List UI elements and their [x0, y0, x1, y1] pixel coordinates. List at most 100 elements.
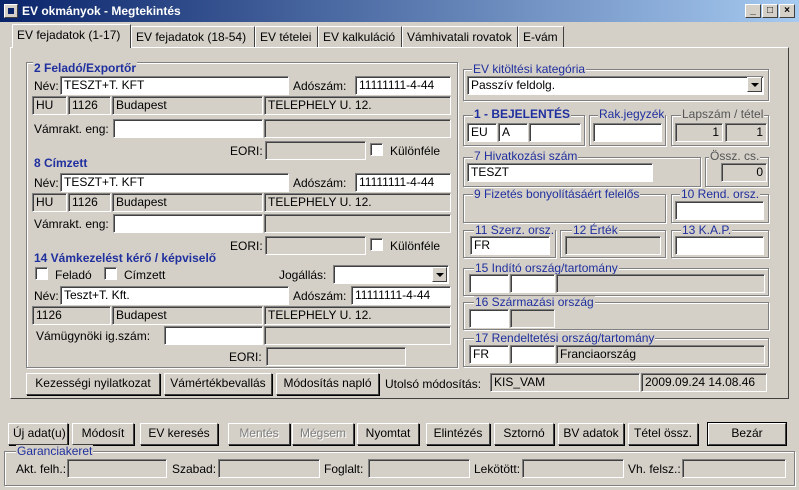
category-select[interactable]: Passzív feldolg. — [467, 76, 764, 95]
declarant-status-label: Jogállás: — [279, 268, 327, 282]
sender-various-checkbox[interactable] — [370, 143, 383, 156]
sender-various-label: Különféle — [390, 144, 441, 158]
consignee-warehouse-extra-field — [264, 214, 451, 233]
vh-label: Vh. felsz.: — [628, 462, 681, 476]
declarant-status-select[interactable] — [333, 265, 449, 284]
used-label: Foglalt: — [324, 462, 364, 476]
consignee-street-field: TELEPHELY U. 12. — [264, 193, 451, 212]
current-usage-label: Akt. felh.: — [16, 462, 67, 476]
sender-city-field: Budapest — [112, 96, 263, 115]
consignee-tax-field[interactable]: 11111111-4-44 — [355, 173, 451, 192]
declaration-type-c-field[interactable] — [529, 123, 581, 142]
consignee-various-checkbox[interactable] — [370, 238, 383, 251]
declaration-type-b-field[interactable]: A — [498, 123, 528, 142]
locked-field — [522, 459, 624, 478]
declarant-title: 14 Vámkezelést kérő / képviselő — [33, 251, 218, 265]
print-button[interactable]: Nyomtat — [357, 423, 419, 445]
consignee-warehouse-field[interactable] — [113, 214, 263, 233]
declarant-name-label: Név: — [34, 289, 59, 303]
declarant-consignee-checkbox[interactable] — [104, 267, 117, 280]
customs-value-button[interactable]: Vámértékbevallás — [164, 373, 272, 395]
consignee-name-label: Név: — [34, 176, 59, 190]
consignee-name-field[interactable]: TESZT+T. KFT — [60, 173, 289, 192]
sender-tax-field[interactable]: 11111111-4-44 — [355, 76, 451, 95]
guarantee-frame-title: Garanciakeret — [16, 444, 94, 458]
chevron-down-icon[interactable] — [747, 77, 762, 92]
sender-warehouse-label: Vámrakt. eng: — [34, 122, 109, 136]
cancel-button[interactable]: Mégsem — [292, 423, 354, 445]
last-modified-label: Utolsó módosítás: — [385, 377, 482, 391]
payer-title: 9 Fizetés bonyolításáért felelős — [473, 187, 641, 201]
save-button[interactable]: Mentés — [228, 423, 290, 445]
item-number-field: 1 — [725, 123, 767, 142]
declaration-type-a-field[interactable]: EU — [467, 123, 497, 142]
declarant-tax-field[interactable]: 11111111-4-44 — [351, 286, 451, 305]
sender-street-field: TELEPHELY U. 12. — [264, 96, 451, 115]
destination-country-code-field[interactable]: FR — [469, 345, 509, 364]
consignee-title: 8 Címzett — [33, 156, 89, 170]
settle-button[interactable]: Elintézés — [426, 423, 490, 445]
declarant-street-field: TELEPHELY U. 12. — [264, 306, 451, 325]
sender-name-label: Név: — [34, 79, 59, 93]
cargo-list-field[interactable] — [593, 123, 662, 142]
bv-data-button[interactable]: BV adatok — [558, 423, 624, 445]
free-field — [218, 459, 320, 478]
guarantee-statement-button[interactable]: Kezességi nyilatkozat — [26, 373, 160, 395]
sender-eori-field — [265, 141, 366, 160]
sender-tax-label: Adószám: — [293, 79, 347, 93]
sender-warehouse-extra-field — [264, 119, 451, 138]
sender-name-field[interactable]: TESZT+T. KFT — [60, 76, 289, 95]
declaration-title: 1 - BEJELENTÉS — [473, 107, 572, 121]
destination-region-field[interactable] — [510, 345, 555, 364]
page-item-title: Lapszám / tétel — [681, 107, 765, 121]
vh-field — [682, 459, 786, 478]
declarant-name-field[interactable]: Teszt+T. Kft. — [60, 286, 289, 305]
new-button[interactable]: Új adat(u) — [8, 423, 68, 445]
dispatch-region-field[interactable] — [510, 274, 555, 293]
declarant-sender-label: Feladó — [55, 268, 92, 282]
locked-label: Lekötött: — [474, 462, 521, 476]
declarant-agent-extra-field — [264, 326, 451, 345]
kap-field[interactable] — [675, 236, 764, 255]
rend-country-field[interactable] — [675, 201, 764, 220]
value-field — [565, 236, 661, 255]
consignee-various-label: Különféle — [390, 239, 441, 253]
sender-warehouse-field[interactable] — [113, 119, 263, 138]
close-button[interactable]: Bezár — [707, 422, 787, 446]
sender-title: 2 Feladó/Exportőr — [33, 61, 138, 75]
dispatch-country-name-field — [556, 274, 765, 293]
sender-eori-label: EORI: — [230, 144, 263, 158]
origin-country-title: 16 Származási ország — [474, 295, 595, 309]
item-summary-button[interactable]: Tétel össz. — [628, 423, 698, 445]
consignee-eori-field — [265, 236, 366, 255]
trade-country-field[interactable]: FR — [470, 236, 550, 255]
declarant-agent-label: Vámügynöki ig.szám: — [36, 329, 151, 343]
sender-country-field: HU — [32, 96, 67, 115]
category-title: EV kitöltési kategória — [472, 62, 587, 76]
declarant-sender-checkbox[interactable] — [35, 267, 48, 280]
declarant-consignee-label: Címzett — [124, 268, 166, 282]
current-usage-field — [67, 459, 167, 478]
storno-button[interactable]: Sztornó — [494, 423, 554, 445]
modification-log-button[interactable]: Módosítás napló — [276, 373, 379, 395]
reference-field[interactable]: TESZT — [467, 163, 653, 182]
destination-country-title: 17 Rendeltetési ország/tartomány — [474, 331, 656, 345]
last-modified-user-field: KIS_VAM — [490, 373, 640, 392]
declarant-agent-field[interactable] — [164, 326, 263, 345]
declarant-zip-field: 1126 — [32, 306, 111, 325]
ev-search-button[interactable]: EV keresés — [140, 423, 218, 445]
page-number-field: 1 — [675, 123, 723, 142]
total-packages-title: Össz. cs. — [709, 149, 761, 163]
total-packages-field: 0 — [721, 163, 767, 182]
consignee-eori-label: EORI: — [230, 239, 263, 253]
dispatch-country-code-field[interactable] — [469, 274, 509, 293]
consignee-country-field: HU — [32, 193, 67, 212]
edit-button[interactable]: Módosít — [72, 423, 134, 445]
origin-country-code-field[interactable] — [469, 309, 509, 328]
used-field — [368, 459, 470, 478]
cargo-list-title: Rak.jegyzék — [598, 107, 666, 121]
consignee-zip-field: 1126 — [68, 193, 111, 212]
free-label: Szabad: — [172, 462, 217, 476]
rend-country-title: 10 Rend. orsz. — [680, 187, 761, 201]
chevron-down-icon[interactable] — [432, 267, 447, 282]
